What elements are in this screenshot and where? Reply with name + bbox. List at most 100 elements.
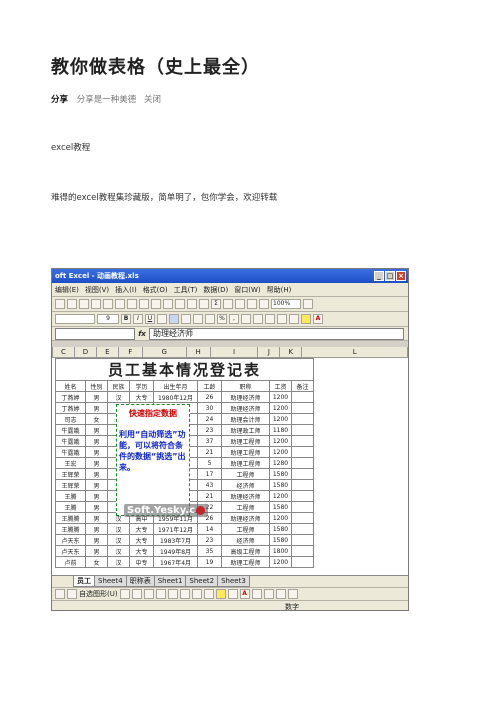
picture-icon[interactable]: [203, 589, 214, 599]
align-left-icon[interactable]: [157, 314, 167, 324]
table-cell[interactable]: [291, 468, 314, 480]
table-cell[interactable]: 助理政工师: [221, 424, 270, 436]
table-cell[interactable]: 司志: [55, 413, 86, 425]
table-cell[interactable]: [291, 523, 314, 535]
table-cell[interactable]: [291, 457, 314, 469]
paste-icon[interactable]: [151, 299, 161, 309]
print-icon[interactable]: [91, 299, 101, 309]
table-cell[interactable]: 中专: [129, 556, 154, 568]
table-cell[interactable]: [291, 545, 314, 557]
table-cell[interactable]: 助理工程师: [221, 457, 270, 469]
formula-input[interactable]: 助理经济师: [149, 327, 404, 340]
table-cell[interactable]: [291, 501, 314, 513]
table-cell[interactable]: 男: [85, 479, 108, 491]
table-cell[interactable]: [291, 556, 314, 568]
decrease-indent-icon[interactable]: [265, 314, 275, 324]
spelling-icon[interactable]: [115, 299, 125, 309]
menu-item[interactable]: 编辑(E): [55, 285, 79, 295]
borders-icon[interactable]: [289, 314, 299, 324]
column-header[interactable]: I: [211, 347, 259, 357]
table-cell[interactable]: 助理工程师: [221, 556, 270, 568]
table-cell[interactable]: 卢前: [55, 556, 86, 568]
table-cell[interactable]: 汉: [107, 556, 130, 568]
menu-item[interactable]: 格式(O): [143, 285, 168, 295]
bold-icon[interactable]: B: [121, 314, 131, 324]
table-cell[interactable]: 助理会计师: [221, 413, 270, 425]
table-cell[interactable]: [291, 479, 314, 491]
table-cell[interactable]: 牛露娥: [55, 446, 86, 458]
table-cell[interactable]: 工程师: [221, 468, 270, 480]
table-cell[interactable]: 助理工程师: [221, 435, 270, 447]
menu-item[interactable]: 视图(V): [85, 285, 109, 295]
table-cell[interactable]: 王宏: [55, 457, 86, 469]
zoom-select[interactable]: 100%: [271, 299, 301, 309]
hyperlink-icon[interactable]: [199, 299, 209, 309]
save-icon[interactable]: [79, 299, 89, 309]
table-cell[interactable]: 1200: [269, 446, 292, 458]
column-heading[interactable]: 民族: [107, 380, 130, 392]
table-cell[interactable]: [291, 424, 314, 436]
cut-icon[interactable]: [127, 299, 137, 309]
table-cell[interactable]: 丁燕婷: [55, 391, 86, 403]
table-cell[interactable]: 汉: [107, 523, 130, 535]
table-cell[interactable]: 1580: [269, 479, 292, 491]
font-size-select[interactable]: 9: [97, 314, 119, 324]
table-cell[interactable]: 王腾腾: [55, 523, 86, 535]
table-cell[interactable]: 1200: [269, 413, 292, 425]
table-cell[interactable]: 19: [197, 556, 222, 568]
table-cell[interactable]: 男: [85, 435, 108, 447]
table-cell[interactable]: 14: [197, 523, 222, 535]
align-right-icon[interactable]: [181, 314, 191, 324]
table-cell[interactable]: 工程师: [221, 523, 270, 535]
table-cell[interactable]: 大专: [129, 534, 154, 546]
menu-item[interactable]: 窗口(W): [234, 285, 260, 295]
column-header[interactable]: G: [143, 347, 187, 357]
table-cell[interactable]: [291, 490, 314, 502]
table-cell[interactable]: 王腾腾: [55, 512, 86, 524]
fill-color-icon[interactable]: [301, 314, 311, 324]
table-cell[interactable]: [291, 435, 314, 447]
new-file-icon[interactable]: [55, 299, 65, 309]
table-cell[interactable]: [291, 534, 314, 546]
column-heading[interactable]: 工龄: [197, 380, 222, 392]
oval-icon[interactable]: [155, 589, 166, 599]
table-cell[interactable]: 男: [85, 512, 108, 524]
table-cell[interactable]: 助理经济师: [221, 490, 270, 502]
table-cell[interactable]: 5: [197, 457, 222, 469]
table-cell[interactable]: 王辉荣: [55, 468, 86, 480]
table-cell[interactable]: [291, 446, 314, 458]
table-cell[interactable]: 1180: [269, 424, 292, 436]
table-cell[interactable]: 汉: [107, 545, 130, 557]
share-label[interactable]: 分享: [51, 95, 68, 105]
increase-decimal-icon[interactable]: [241, 314, 251, 324]
table-cell[interactable]: 王腾: [55, 490, 86, 502]
table-cell[interactable]: 1983年7月: [153, 534, 198, 546]
fx-icon[interactable]: fx: [135, 330, 149, 338]
table-cell[interactable]: 男: [85, 446, 108, 458]
table-cell[interactable]: 王辉荣: [55, 479, 86, 491]
dash-style-icon[interactable]: [263, 589, 274, 599]
table-cell[interactable]: 43: [197, 479, 222, 491]
table-cell[interactable]: 汉: [107, 534, 130, 546]
table-cell[interactable]: 23: [197, 534, 222, 546]
table-cell[interactable]: 26: [197, 391, 222, 403]
table-cell[interactable]: 男: [85, 501, 108, 513]
table-cell[interactable]: 大专: [129, 545, 154, 557]
table-cell[interactable]: 男: [85, 391, 108, 403]
open-icon[interactable]: [67, 299, 77, 309]
close-link[interactable]: 关闭: [144, 95, 161, 105]
table-cell[interactable]: 工程师: [221, 501, 270, 513]
line-style-icon[interactable]: [251, 589, 262, 599]
sheet-tab[interactable]: Sheet1: [153, 576, 187, 587]
minimize-icon[interactable]: _: [374, 271, 384, 281]
italic-icon[interactable]: I: [133, 314, 143, 324]
table-cell[interactable]: 1200: [269, 556, 292, 568]
table-cell[interactable]: 1971年12月: [153, 523, 198, 535]
font-color-icon[interactable]: A: [313, 314, 323, 324]
wordart-icon[interactable]: [179, 589, 190, 599]
table-cell[interactable]: 1580: [269, 501, 292, 513]
redo-icon[interactable]: [187, 299, 197, 309]
table-cell[interactable]: [291, 512, 314, 524]
table-cell[interactable]: 女: [85, 556, 108, 568]
name-box[interactable]: [55, 327, 135, 340]
